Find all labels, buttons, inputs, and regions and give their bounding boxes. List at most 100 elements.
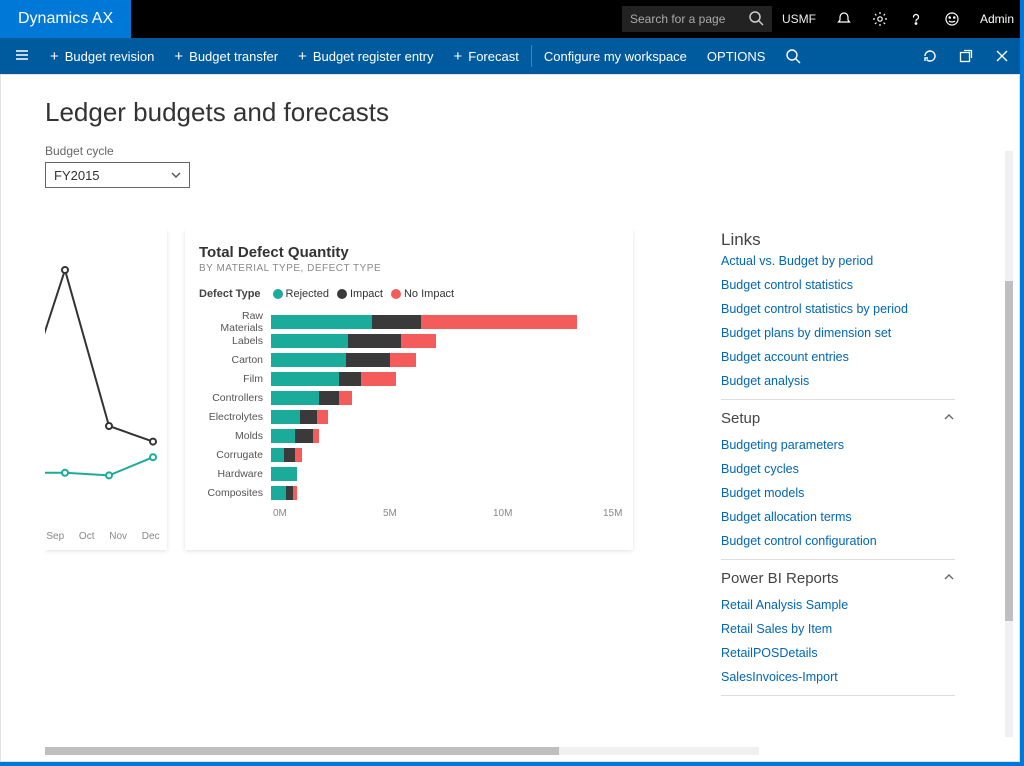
axis-tick: 10M [493, 508, 512, 519]
bar-category-label: Composites [199, 487, 271, 499]
bar-chart-legend: Defect Type RejectedImpactNo Impact [199, 288, 619, 300]
bar-row: Corrugate [199, 445, 619, 464]
powerbi-heading[interactable]: Power BI Reports [721, 570, 955, 587]
link-item[interactable]: Actual vs. Budget by period [721, 254, 955, 273]
bar-segment [271, 429, 295, 443]
bar-segment [339, 391, 352, 405]
bar-segment [361, 372, 396, 386]
budget-revision-button[interactable]: +Budget revision [40, 38, 164, 74]
bar-segment [401, 334, 436, 348]
bar-segment [348, 334, 401, 348]
budget-register-entry-button[interactable]: +Budget register entry [288, 38, 443, 74]
plus-icon: + [454, 48, 463, 65]
link-item[interactable]: RetailPOSDetails [721, 641, 955, 665]
notifications-icon[interactable] [826, 0, 862, 38]
link-item[interactable]: SalesInvoices-Import [721, 665, 955, 689]
bar-chart-x-axis: 0M5M10M15M [281, 508, 619, 522]
link-item[interactable]: Budget control configuration [721, 529, 955, 553]
bar-category-label: Hardware [199, 468, 271, 480]
bar-row: Controllers [199, 388, 619, 407]
options-button[interactable]: OPTIONS [697, 38, 776, 74]
plus-icon: + [174, 48, 183, 65]
hamburger-icon[interactable] [4, 47, 40, 66]
bar-row: Labels [199, 331, 619, 350]
bar-segment [421, 315, 577, 329]
bar-category-label: Electrolytes [199, 411, 271, 423]
bar-row: Composites [199, 483, 619, 502]
link-item[interactable]: Retail Analysis Sample [721, 593, 955, 617]
vertical-scrollbar[interactable] [1005, 151, 1013, 737]
chevron-up-icon [943, 410, 955, 427]
link-item[interactable]: Budget plans by dimension set [721, 321, 955, 345]
bar-category-label: Carton [199, 354, 271, 366]
window-border [1020, 0, 1024, 766]
bar-segment [271, 372, 339, 386]
budget-cycle-label: Budget cycle [45, 144, 975, 158]
titlebar: Dynamics AX Search for a page USMF Admin [0, 0, 1024, 38]
bar-segment [339, 372, 361, 386]
bar-segment [317, 410, 328, 424]
bar-category-label: Corrugate [199, 449, 271, 461]
bar-row: Hardware [199, 464, 619, 483]
line-chart-x-axis: SepOctNovDec [45, 531, 167, 542]
configure-workspace-button[interactable]: Configure my workspace [534, 38, 697, 74]
bar-segment [293, 486, 297, 500]
gear-icon[interactable] [862, 0, 898, 38]
scroll-thumb[interactable] [1005, 281, 1013, 621]
budget-cycle-select[interactable]: FY2015 [45, 162, 190, 188]
close-icon[interactable] [984, 38, 1020, 74]
bar-segment [313, 429, 320, 443]
bar-segment [346, 353, 390, 367]
chevron-down-icon [171, 168, 181, 183]
chevron-up-icon [943, 570, 955, 587]
refresh-icon[interactable] [912, 38, 948, 74]
legend-item: Impact [337, 288, 383, 300]
search-icon [748, 10, 764, 29]
links-heading: Links [721, 230, 955, 250]
bar-segment [286, 486, 293, 500]
forecast-button[interactable]: +Forecast [444, 38, 529, 74]
axis-tick: 5M [383, 508, 397, 519]
bar-row: Film [199, 369, 619, 388]
bar-row: Carton [199, 350, 619, 369]
link-item[interactable]: Budget cycles [721, 457, 955, 481]
bar-segment [284, 448, 295, 462]
setup-heading[interactable]: Setup [721, 410, 955, 427]
bar-segment [295, 448, 302, 462]
company-code[interactable]: USMF [772, 12, 826, 26]
horizontal-scrollbar[interactable] [45, 747, 759, 755]
link-item[interactable]: Budget allocation terms [721, 505, 955, 529]
brand-logo[interactable]: Dynamics AX [0, 0, 131, 38]
section-divider [721, 399, 955, 400]
section-divider [721, 559, 955, 560]
feedback-icon[interactable] [934, 0, 970, 38]
popout-icon[interactable] [948, 38, 984, 74]
link-item[interactable]: Budget control statistics by period [721, 297, 955, 321]
bar-segment [372, 315, 420, 329]
help-icon[interactable] [898, 0, 934, 38]
legend-swatch [273, 289, 283, 299]
bar-segment [295, 429, 313, 443]
link-item[interactable]: Budget account entries [721, 345, 955, 369]
bar-segment [271, 467, 297, 481]
bar-segment [390, 353, 416, 367]
link-item[interactable]: Retail Sales by Item [721, 617, 955, 641]
link-item[interactable]: Budget analysis [721, 369, 955, 393]
search-input[interactable]: Search for a page [622, 6, 772, 32]
toolbar-divider [531, 45, 532, 67]
bar-row: Raw Materials [199, 312, 619, 331]
page-body: Ledger budgets and forecasts Budget cycl… [0, 74, 1020, 762]
line-chart-card: SepOctNovDec [45, 230, 167, 550]
bar-category-label: Film [199, 373, 271, 385]
bar-segment [271, 410, 300, 424]
bar-category-label: Labels [199, 335, 271, 347]
scroll-thumb[interactable] [45, 747, 559, 755]
link-item[interactable]: Budget control statistics [721, 273, 955, 297]
budget-transfer-button[interactable]: +Budget transfer [164, 38, 288, 74]
link-item[interactable]: Budget models [721, 481, 955, 505]
bar-category-label: Controllers [199, 392, 271, 404]
axis-tick: Oct [79, 531, 95, 542]
link-item[interactable]: Budgeting parameters [721, 433, 955, 457]
user-label[interactable]: Admin [970, 0, 1024, 38]
toolbar-search-icon[interactable] [775, 38, 811, 74]
